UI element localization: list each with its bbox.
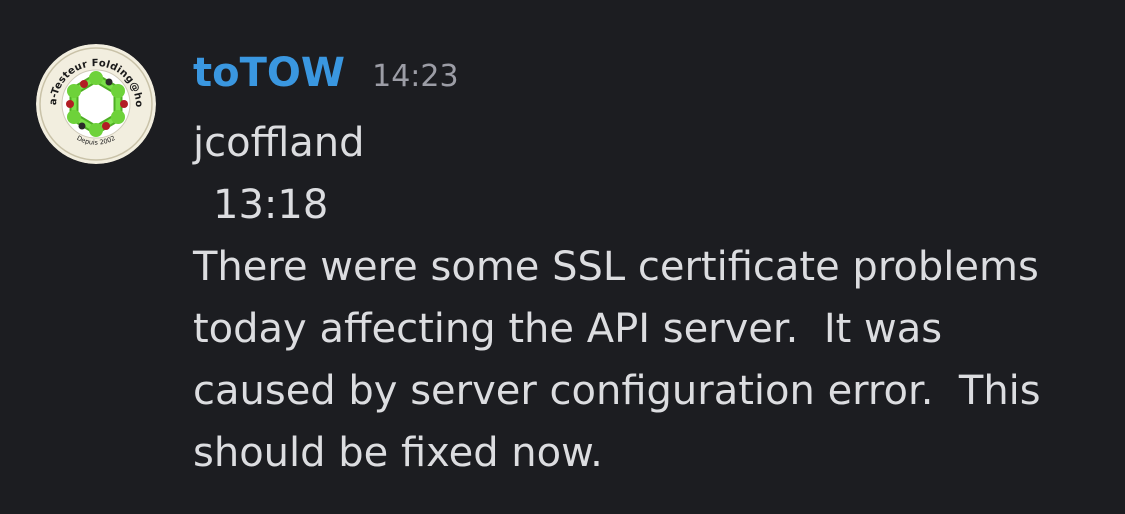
message-timestamp[interactable]: 14:23	[372, 59, 458, 94]
folding-badge-icon: Béta-Testeur Folding@home Depuis 2002	[36, 44, 156, 164]
message-header: toTOW 14:23	[193, 50, 459, 106]
quoted-author: jcoffland	[193, 120, 365, 166]
username[interactable]: toTOW	[193, 50, 345, 96]
avatar[interactable]: Béta-Testeur Folding@home Depuis 2002	[36, 44, 156, 164]
message-text-line: caused by server configuration error. Th…	[193, 368, 1041, 414]
chat-message: Béta-Testeur Folding@home Depuis 2002 to…	[0, 0, 1125, 514]
message-text-line: There were some SSL certificate problems	[193, 244, 1039, 290]
quoted-timestamp: 13:18	[213, 182, 329, 228]
message-content: jcoffland 13:18 There were some SSL cert…	[193, 112, 1093, 484]
message-text-line: should be fixed now.	[193, 430, 603, 476]
message-text-line: today affecting the API server. It was	[193, 306, 943, 352]
